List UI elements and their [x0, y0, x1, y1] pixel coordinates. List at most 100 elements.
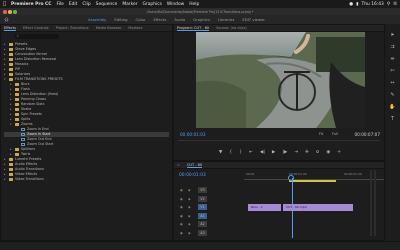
mute-icon[interactable]: ◉: [188, 231, 191, 235]
add-button-icon[interactable]: +: [337, 150, 341, 155]
export-frame-icon[interactable]: ◉: [326, 150, 330, 155]
menu-marker[interactable]: Marker: [122, 2, 137, 7]
folder-icon: [9, 73, 13, 76]
workspace-tab-assembly[interactable]: Assembly: [88, 17, 106, 22]
close-window-button[interactable]: [3, 10, 7, 14]
timeline-clip[interactable]: Bars - 3: [248, 203, 281, 211]
lock-icon[interactable]: ▣: [180, 231, 183, 235]
menu-graphics[interactable]: Graphics: [143, 2, 162, 7]
tab-effect-controls[interactable]: Effect Controls: [23, 26, 49, 30]
timeline-track[interactable]: ▣ ◉ A2: [176, 220, 384, 228]
effect-folder-item[interactable]: ▸ Video Transitions: [4, 177, 169, 182]
track-label[interactable]: V2: [198, 195, 207, 202]
folder-icon: [15, 113, 19, 116]
apple-icon[interactable]: : [3, 1, 6, 7]
lock-icon[interactable]: ▣: [180, 222, 183, 226]
mute-icon[interactable]: ◉: [188, 214, 191, 218]
workspace-tab-edit-viewer[interactable]: EDIT viewer: [242, 17, 265, 22]
monitor-scrubber[interactable]: [178, 140, 380, 144]
home-icon[interactable]: [4, 17, 9, 22]
zoom-level-select[interactable]: Fit: [319, 132, 323, 136]
work-area-bar[interactable]: [289, 180, 336, 182]
track-select-tool-icon[interactable]: ⇉: [388, 44, 397, 50]
menu-clip[interactable]: Clip: [82, 2, 90, 7]
menu-help[interactable]: Help: [189, 2, 199, 7]
menu-sequence[interactable]: Sequence: [96, 2, 118, 7]
tab-program[interactable]: Program: CUT - 60: [177, 26, 210, 31]
minimize-window-button[interactable]: [8, 10, 12, 14]
close-icon[interactable]: ×: [177, 163, 180, 167]
menu-list-icon[interactable]: ☰: [393, 2, 397, 7]
workspace-tab-effects[interactable]: Effects: [153, 17, 166, 22]
battery-icon[interactable]: ▮: [356, 2, 358, 7]
go-to-in-icon[interactable]: ⇤: [249, 150, 253, 155]
menu-file[interactable]: File: [56, 2, 63, 7]
selection-tool-icon[interactable]: ➤: [388, 32, 397, 38]
add-marker-icon[interactable]: ▼: [219, 150, 222, 155]
timeline-track[interactable]: ▣ ◉ A3: [176, 229, 384, 237]
program-video-frame[interactable]: [196, 32, 365, 128]
track-label[interactable]: A3: [198, 229, 207, 236]
track-label[interactable]: V3: [198, 187, 207, 193]
tab-source[interactable]: Source: (no clips): [216, 26, 246, 30]
chevron-right-icon[interactable]: ▸: [10, 152, 13, 157]
search-icon[interactable]: ⚲: [387, 2, 390, 7]
pen-tool-icon[interactable]: ✎: [388, 92, 397, 98]
slip-tool-icon[interactable]: ↔: [388, 80, 397, 86]
resolution-select[interactable]: Full: [332, 132, 338, 136]
lock-icon[interactable]: ▣: [180, 205, 183, 209]
lift-icon[interactable]: ⎈: [305, 149, 309, 155]
chevron-down-icon[interactable]: ▾: [4, 77, 7, 82]
type-tool-icon[interactable]: T: [388, 116, 397, 122]
eye-icon[interactable]: ◉: [188, 197, 191, 201]
razor-tool-icon[interactable]: ✄: [388, 68, 397, 74]
mark-in-icon[interactable]: {: [229, 150, 232, 155]
lock-icon[interactable]: ▣: [180, 197, 183, 201]
play-icon[interactable]: ▶: [272, 150, 275, 155]
track-label[interactable]: A1: [198, 212, 207, 219]
tab-effects[interactable]: Effects: [4, 26, 16, 31]
timeline-track[interactable]: ▣ ◉ A1: [176, 212, 384, 220]
step-forward-icon[interactable]: |▶: [282, 150, 287, 155]
step-back-icon[interactable]: ◀|: [260, 150, 265, 155]
chevron-right-icon[interactable]: ▸: [4, 177, 7, 182]
track-label[interactable]: V1: [198, 204, 207, 210]
menu-window[interactable]: Window: [167, 2, 184, 7]
eye-icon[interactable]: ◉: [188, 205, 191, 209]
mute-icon[interactable]: ◉: [188, 222, 191, 226]
chevron-down-icon[interactable]: ▾: [10, 122, 13, 127]
timeline-clip[interactable]: CUT - 60.mp4: [283, 203, 353, 211]
track-label[interactable]: A2: [198, 221, 207, 227]
lock-icon[interactable]: ▣: [180, 188, 183, 192]
wifi-icon[interactable]: ●: [349, 2, 353, 7]
workspace-tab-graphics[interactable]: Graphics: [193, 17, 210, 22]
extract-icon[interactable]: ⎉: [316, 149, 320, 155]
timeline-ruler[interactable]: 00:00 00:00:01:00 00:00:02:00: [244, 172, 384, 184]
tab-media-browser[interactable]: Media Browser: [96, 26, 122, 30]
program-current-time[interactable]: 00:00:01:03: [180, 132, 206, 137]
timeline-track[interactable]: ▣ ◉ V1 Bars - 3 CUT - 60.mp4: [176, 203, 384, 211]
timeline-current-time[interactable]: 00:00:01:03: [179, 173, 206, 178]
folder-icon: [9, 58, 13, 61]
timeline-track[interactable]: ▣ ◉ V2: [176, 195, 384, 203]
tab-project[interactable]: Project: Transitions: [56, 26, 89, 30]
workspace-tab-audio[interactable]: Audio: [174, 17, 185, 22]
menu-edit[interactable]: Edit: [69, 2, 78, 7]
menu-app-name[interactable]: Premiere Pro CC: [11, 2, 51, 7]
zoom-window-button[interactable]: [13, 10, 17, 14]
eye-icon[interactable]: ◉: [188, 188, 191, 192]
tab-markers[interactable]: Markers: [128, 26, 142, 30]
workspace-tab-color[interactable]: Color: [136, 17, 146, 22]
go-to-out-icon[interactable]: ⇥: [294, 150, 298, 155]
tab-sequence[interactable]: CUT - 60: [186, 163, 203, 168]
playhead-handle[interactable]: [288, 175, 294, 181]
workspace-tab-editing[interactable]: Editing: [114, 17, 127, 22]
menu-clock[interactable]: Thu 16:43: [362, 2, 384, 7]
ripple-edit-tool-icon[interactable]: ⇹: [388, 56, 397, 62]
effects-search-input[interactable]: ⚲: [15, 34, 59, 39]
workspace-tab-libraries[interactable]: Libraries: [218, 17, 234, 22]
mark-out-icon[interactable]: }: [239, 150, 242, 155]
timeline-track[interactable]: ▣ ◉ V3: [176, 186, 384, 194]
lock-icon[interactable]: ▣: [180, 214, 183, 218]
hand-tool-icon[interactable]: ✋: [388, 104, 397, 110]
